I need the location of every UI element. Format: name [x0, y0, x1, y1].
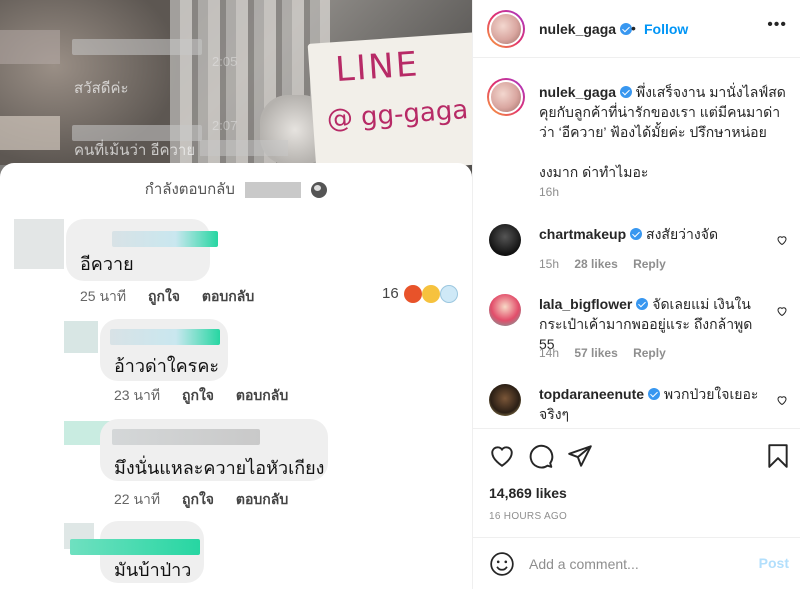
reply-action[interactable]: ตอบกลับ: [236, 491, 288, 507]
live-comment-time: 2:05: [212, 54, 238, 69]
like-action[interactable]: ถูกใจ: [182, 491, 214, 507]
likes-count[interactable]: 14,869 likes: [489, 485, 567, 501]
comment-meta: 23 นาที ถูกใจ ตอบกลับ: [114, 385, 306, 407]
comment-username[interactable]: chartmakeup: [539, 226, 626, 242]
surprised-emoji-icon: [422, 285, 440, 303]
comment-heart-icon[interactable]: [776, 305, 788, 317]
header-username[interactable]: nulek_gaga: [539, 21, 633, 37]
verified-icon: [648, 388, 661, 400]
sign-handle-text: @ gg-gaga: [325, 95, 470, 135]
like-action[interactable]: ถูกใจ: [148, 288, 180, 304]
name-blur: [110, 329, 220, 345]
comment-avatar[interactable]: [489, 384, 521, 416]
comment-time: 25 นาที: [80, 288, 127, 304]
comment-time: 15h: [539, 257, 560, 271]
share-icon[interactable]: [567, 443, 593, 469]
post-button[interactable]: Post: [759, 555, 789, 571]
reply-action[interactable]: ตอบกลับ: [202, 288, 254, 304]
comment-username[interactable]: lala_bigflower: [539, 296, 632, 312]
globe-icon: [311, 182, 328, 199]
avatar-blur: [14, 219, 64, 269]
comment-time: 23 นาที: [114, 387, 161, 403]
bookmark-icon[interactable]: [765, 443, 791, 469]
live-avatar-blur: [0, 116, 60, 150]
caption: nulek_gaga พึ่งเสร็จงาน มานั่งไลฟ์สดคุยก…: [539, 82, 789, 182]
comment-meta: 22 นาที ถูกใจ ตอบกลับ: [114, 489, 306, 511]
comment-likes[interactable]: 28 likes: [574, 257, 617, 271]
caption-avatar[interactable]: [487, 78, 525, 116]
live-comment-text: คนที่เม้นว่า อีควาย: [74, 142, 196, 159]
comment-text: อีควาย: [80, 254, 134, 274]
name-blur: [112, 429, 260, 445]
reply-sheet: กำลังตอบกลับ อีควาย 25 นาที ถูกใจ ตอบกลั…: [0, 163, 472, 589]
comment-meta: 25 นาที ถูกใจ ตอบกลับ: [80, 286, 272, 308]
comment-icon[interactable]: [528, 443, 554, 469]
comment-bubble[interactable]: อีควาย: [66, 219, 218, 281]
sheet-title: กำลังตอบกลับ: [144, 181, 235, 198]
post-media[interactable]: LINE @ gg-gaga 2:05 สวัสดีค่ะ 2:07 คนที่…: [0, 0, 472, 589]
post-header: nulek_gaga • Follow •••: [473, 0, 800, 58]
follow-button[interactable]: Follow: [644, 21, 688, 37]
blurred-name: [200, 140, 288, 156]
emoji-icon[interactable]: [489, 551, 515, 577]
comment-likes[interactable]: 57 likes: [574, 346, 617, 360]
post-timestamp: 16 HOURS AGO: [489, 511, 568, 522]
comment-bubble[interactable]: มันบ้าป่าว: [70, 521, 204, 583]
comment-body: chartmakeup สงสัยว่างจัด: [539, 224, 771, 244]
comment-heart-icon[interactable]: [776, 234, 788, 246]
post-actions: 14,869 likes 16 HOURS AGO Post: [473, 428, 800, 588]
name-blur: [112, 231, 218, 247]
comment-avatar[interactable]: [489, 294, 521, 326]
comment-text: มันบ้าป่าว: [114, 560, 192, 580]
add-comment-bar: Post: [473, 537, 800, 589]
heart-icon[interactable]: [489, 443, 515, 469]
avatar[interactable]: [487, 10, 525, 48]
comment-body: topdaraneenute พวกป่วยใจเยอะจริงๆ: [539, 384, 771, 424]
verified-icon: [630, 228, 643, 240]
like-action[interactable]: ถูกใจ: [182, 387, 214, 403]
post-sidebar: nulek_gaga • Follow ••• nulek_gaga พึ่งเ…: [472, 0, 800, 589]
line-sign: LINE @ gg-gaga: [307, 32, 472, 176]
comment-bubble[interactable]: มึงนั่นแหละควายไอหัวเกียง: [100, 419, 328, 481]
live-comment-1: [0, 30, 202, 64]
comment-bubble[interactable]: อ้าวด่าใครคะ: [100, 319, 228, 381]
verified-icon: [636, 298, 649, 310]
comment-text: อ้าวด่าใครคะ: [114, 356, 220, 376]
caption-text-2: งงมาก ด่าทำไมอะ: [539, 164, 649, 180]
reply-action[interactable]: ตอบกลับ: [236, 387, 288, 403]
comment-meta: 15h 28 likes Reply: [539, 257, 678, 271]
comment-time: 14h: [539, 346, 560, 360]
reply-button[interactable]: Reply: [633, 346, 666, 360]
blurred-name: [245, 182, 302, 199]
caption-username[interactable]: nulek_gaga: [539, 84, 616, 100]
caption-time: 16h: [539, 185, 560, 199]
live-comment-text: สวัสดีค่ะ: [74, 80, 129, 97]
comment-text: สงสัยว่างจัด: [646, 226, 719, 242]
comment-body: lala_bigflower จัดเลยแม่ เงินในกระเป๋าเค…: [539, 294, 771, 354]
angry-emoji-icon: [404, 285, 422, 303]
separator-dot: •: [631, 20, 636, 36]
name-blur: [70, 539, 200, 555]
live-comment-time: 2:07: [212, 118, 238, 133]
reply-button[interactable]: Reply: [633, 257, 666, 271]
more-horizontal-icon[interactable]: •••: [767, 16, 787, 34]
comment-time: 22 นาที: [114, 491, 161, 507]
comment-input[interactable]: [529, 552, 749, 576]
comment-meta: 14h 57 likes Reply: [539, 346, 678, 360]
avatar-blur: [64, 321, 98, 353]
live-avatar-blur: [0, 30, 60, 64]
comment-avatar[interactable]: [489, 224, 521, 256]
live-name-blur: [72, 39, 202, 55]
comment-heart-icon[interactable]: [776, 394, 788, 406]
reaction-count: 16: [382, 285, 399, 302]
sign-line-text: LINE: [334, 44, 421, 91]
comment-username[interactable]: topdaraneenute: [539, 386, 644, 402]
comment-text: มึงนั่นแหละควายไอหัวเกียง: [114, 458, 325, 478]
verified-icon: [620, 86, 633, 98]
sheet-header: กำลังตอบกลับ: [0, 177, 472, 201]
sad-emoji-icon: [440, 285, 458, 303]
